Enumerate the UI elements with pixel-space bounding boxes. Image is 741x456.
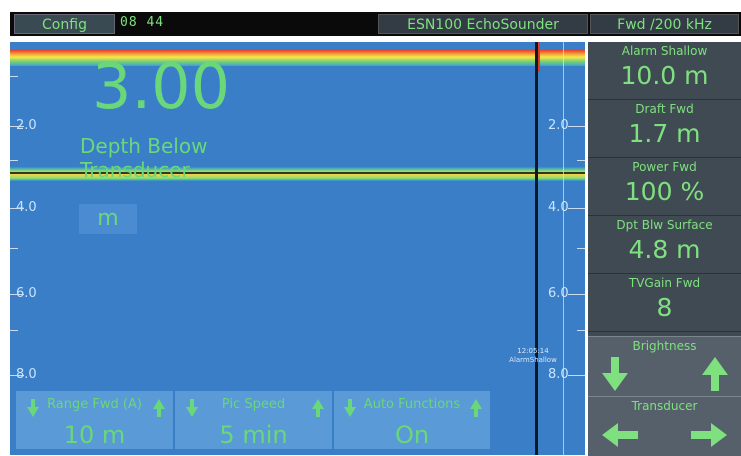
power-fwd-readout[interactable]: Power Fwd 100 %	[588, 158, 741, 216]
readout-title: TVGain Fwd	[628, 276, 701, 290]
readout-title: Draft Fwd	[635, 102, 694, 116]
top-bar: Config 08 44 ESN100 EchoSounder Fwd /200…	[10, 12, 741, 36]
draft-fwd-readout[interactable]: Draft Fwd 1.7 m	[588, 100, 741, 158]
arrow-up-icon[interactable]	[470, 399, 482, 409]
depth-scale-label: 4.0	[548, 200, 569, 215]
depth-readout-label: Depth Below Transducer	[80, 134, 208, 182]
pic-speed-control[interactable]: Pic Speed 5 min	[175, 391, 332, 449]
auto-functions-control-value: On	[394, 421, 430, 449]
arrow-down-icon[interactable]	[602, 357, 628, 391]
readout-value: 8	[656, 293, 673, 322]
cursor-marker	[538, 42, 540, 72]
scale-tick	[568, 294, 585, 295]
pic-speed-control-title: Pic Speed	[221, 397, 286, 412]
transducer-control[interactable]: Transducer	[588, 396, 741, 456]
readout-title: Power Fwd	[632, 160, 697, 174]
depth-scale-label: 4.0	[16, 200, 37, 215]
clock: 08 44	[120, 15, 165, 30]
depth-scale-label: 6.0	[16, 286, 37, 301]
depth-below-surface-readout[interactable]: Dpt Blw Surface 4.8 m	[588, 216, 741, 274]
auto-functions-control[interactable]: Auto Functions On	[334, 391, 490, 449]
arrow-up-icon[interactable]	[153, 399, 165, 409]
arrow-right-icon[interactable]	[691, 423, 727, 447]
scale-tick	[568, 375, 585, 376]
readout-value: 4.8 m	[628, 235, 701, 264]
arrow-up-stem	[474, 409, 478, 417]
config-button[interactable]: Config	[14, 14, 115, 34]
depth-scale-label: 6.0	[548, 286, 569, 301]
depth-scale-label: 8.0	[16, 367, 37, 382]
arrow-up-stem	[157, 409, 161, 417]
arrow-left-icon[interactable]	[602, 423, 638, 447]
depth-readout: 3.00	[92, 50, 231, 123]
depth-unit[interactable]: m	[79, 204, 137, 234]
arrow-up-icon[interactable]	[312, 399, 324, 409]
echogram: 2.0 4.0 6.0 8.0 2.0 4.0 6.0 8.0 3.00 Dep…	[10, 42, 585, 455]
alarm-name: AlarmShallow	[509, 356, 557, 364]
arrow-up-icon[interactable]	[702, 357, 728, 391]
range-control-value: 10 m	[63, 421, 126, 449]
scale-tick	[10, 330, 18, 331]
scale-tick	[577, 330, 585, 331]
readout-value: 100 %	[624, 177, 705, 206]
transducer-title: Transducer	[631, 399, 698, 413]
reference-line	[563, 42, 564, 455]
scale-tick	[577, 160, 585, 161]
cursor-line[interactable]	[535, 42, 538, 455]
readout-title: Dpt Blw Surface	[616, 218, 713, 232]
auto-functions-control-title: Auto Functions	[363, 397, 461, 412]
depth-scale-label: 2.0	[548, 118, 569, 133]
depth-scale-label: 8.0	[548, 367, 569, 382]
range-control-title: Range Fwd (A)	[47, 397, 142, 412]
device-name: ESN100 EchoSounder	[378, 14, 588, 34]
alarm-shallow-readout[interactable]: Alarm Shallow 10.0 m	[588, 42, 741, 100]
scale-tick	[10, 76, 18, 77]
readout-value: 1.7 m	[628, 119, 701, 148]
brightness-control[interactable]: Brightness	[588, 336, 741, 396]
pic-speed-control-value: 5 min	[219, 421, 288, 449]
frequency-label: Fwd /200 kHz	[590, 14, 739, 34]
scale-tick	[10, 248, 18, 249]
depth-scale-label: 2.0	[16, 118, 37, 133]
range-control[interactable]: Range Fwd (A) 10 m	[16, 391, 173, 449]
scale-tick	[568, 208, 585, 209]
scale-tick	[10, 160, 18, 161]
scale-tick	[577, 248, 585, 249]
alarm-event-marker: 12:05:14 AlarmShallow	[508, 347, 558, 365]
scale-tick	[568, 126, 585, 127]
brightness-title: Brightness	[632, 339, 697, 353]
alarm-time: 12:05:14	[517, 347, 549, 355]
tvgain-fwd-readout[interactable]: TVGain Fwd 8	[588, 274, 741, 332]
readout-value: 10.0 m	[620, 61, 709, 90]
arrow-up-stem	[316, 409, 320, 417]
side-panel: Alarm Shallow 10.0 m Draft Fwd 1.7 m Pow…	[588, 42, 741, 456]
readout-title: Alarm Shallow	[621, 44, 708, 58]
